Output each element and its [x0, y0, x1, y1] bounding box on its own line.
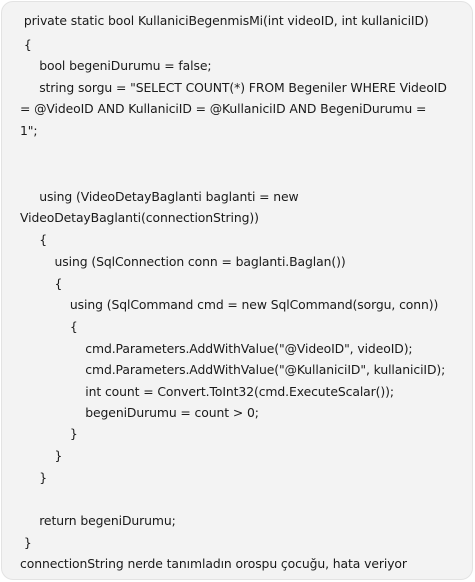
message-comment-text: connectionString nerde tanımladın orospu…: [20, 556, 407, 571]
code-line: private static bool KullaniciBegenmisMi(…: [20, 13, 429, 28]
code-line: begeniDurumu = count > 0;: [20, 405, 259, 420]
code-line: {: [20, 232, 47, 247]
code-line: }: [20, 426, 78, 441]
user-message-bubble: private static bool KullaniciBegenmisMi(…: [1, 1, 473, 580]
code-line: string sorgu = "SELECT COUNT(*) FROM Beg…: [20, 80, 447, 95]
code-line: bool begeniDurumu = false;: [20, 58, 212, 73]
code-line: 1";: [20, 123, 38, 138]
code-line: using (SqlConnection conn = baglanti.Bag…: [20, 254, 346, 269]
code-line: {: [20, 276, 63, 291]
code-line: return begeniDurumu;: [20, 513, 176, 528]
code-line: VideoDetayBaglanti(connectionString)): [20, 210, 259, 225]
code-line: int count = Convert.ToInt32(cmd.ExecuteS…: [20, 384, 394, 399]
code-line: using (SqlCommand cmd = new SqlCommand(s…: [20, 297, 439, 312]
code-line: = @VideoID AND KullaniciID = @KullaniciI…: [20, 101, 427, 116]
code-line: using (VideoDetayBaglanti baglanti = new: [20, 189, 299, 204]
code-line: cmd.Parameters.AddWithValue("@VideoID", …: [20, 341, 413, 356]
code-line: }: [20, 470, 47, 485]
code-line: }: [20, 448, 63, 463]
code-line: {: [20, 37, 32, 52]
code-line: {: [20, 319, 78, 334]
code-line: }: [20, 535, 32, 550]
code-line: cmd.Parameters.AddWithValue("@KullaniciI…: [20, 362, 446, 377]
